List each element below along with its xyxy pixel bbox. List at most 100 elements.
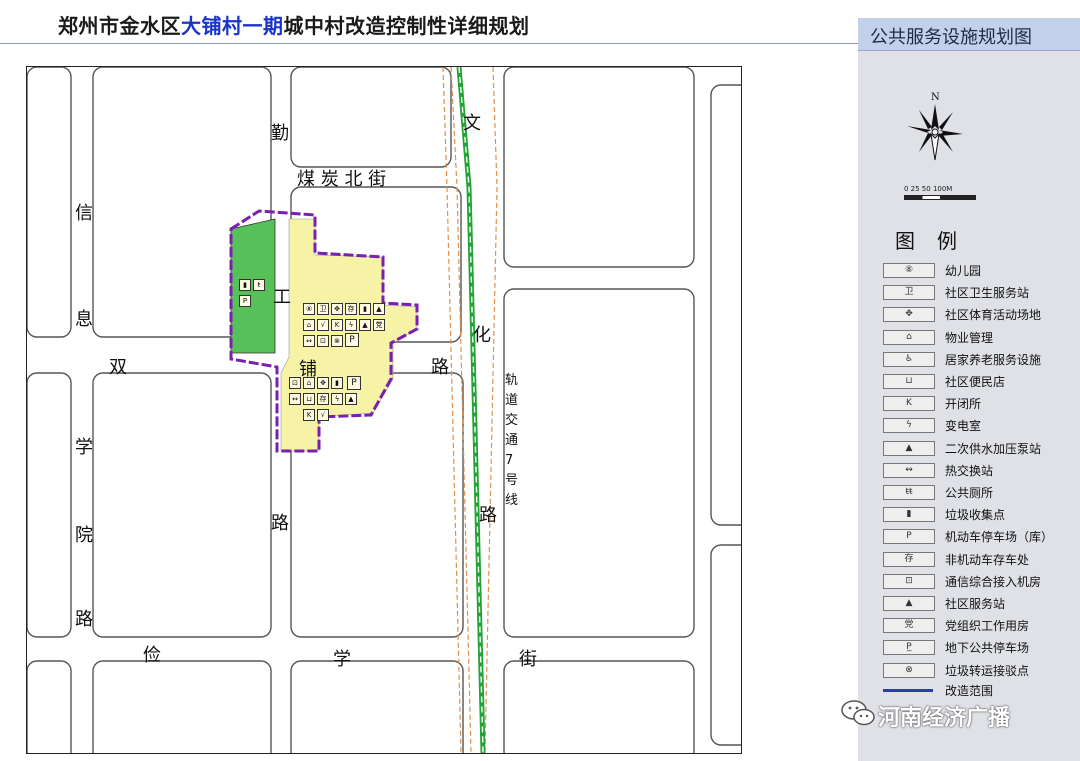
north-label: N xyxy=(931,92,940,103)
community-service-icon: ▲ xyxy=(883,596,935,611)
substation-icon: ϟ xyxy=(345,319,357,331)
garbage-point-icon-2: ▮ xyxy=(331,377,343,389)
legend-row: ♿ 居家养老服务设施 xyxy=(883,351,1073,368)
parking-icon: P xyxy=(883,529,935,545)
convenience-store-icon: ⊔ xyxy=(303,393,315,405)
bike-parking-icon: 存 xyxy=(345,303,357,315)
legend-row: K 开闭所 xyxy=(883,396,1073,412)
legend-title: 图例 xyxy=(895,229,979,253)
watermark: 河南经济广播 xyxy=(878,706,1011,731)
water-pump-icon: ▲ xyxy=(359,319,371,331)
heat-exchange-icon: ↭ xyxy=(303,335,315,347)
road-label-qin: 勤 xyxy=(271,123,289,144)
substation-icon: ϟ xyxy=(883,418,935,434)
legend-row: 卫社区卫生服务站 xyxy=(883,285,1073,301)
legend-row: ▲ 社区服务站 xyxy=(883,596,1073,612)
legend-label: 地下公共停车场 xyxy=(945,641,1030,656)
property-management-icon: ⌂ xyxy=(303,319,315,331)
switching-station-icon-2: K xyxy=(303,409,315,421)
health-station-icon: 卫 xyxy=(317,303,329,315)
legend-label: 党组织工作用房 xyxy=(945,619,1030,634)
block-c2 xyxy=(710,544,741,746)
road-label-xi: 息 xyxy=(75,309,93,330)
road-label-lu-left: 路 xyxy=(271,513,289,534)
heat-exchange-icon: ↭ xyxy=(883,462,935,478)
legend-row-boundary: 改造范围 xyxy=(883,683,1073,699)
title-underline xyxy=(0,43,858,44)
legend-label: 社区服务站 xyxy=(945,597,1006,611)
elderly-care-icon: ♿ xyxy=(883,351,935,367)
orange-dash-3 xyxy=(484,67,498,753)
legend-label: 开闭所 xyxy=(945,397,982,412)
sports-field-icon: ✥ xyxy=(331,303,343,315)
road-label-xue: 学 xyxy=(75,437,93,458)
community-service-icon: ▲ xyxy=(373,303,385,315)
road-label-gong: 工 xyxy=(273,287,291,308)
legend-row: ▲ 二次供水加压泵站 xyxy=(883,440,1073,457)
public-toilet-icon: ŧŧ xyxy=(883,485,935,500)
kindergarten-icon: ⑧ xyxy=(883,263,935,278)
kindergarten-icon: ⑧ xyxy=(303,303,315,315)
legend-row: 存非机动车存车处 xyxy=(883,551,1073,568)
legend-label-boundary: 改造范围 xyxy=(945,684,994,698)
panel-title: 公共服务设施规划图 xyxy=(870,27,1032,48)
legend-row: ▮ 垃圾收集点 xyxy=(883,507,1073,523)
block-c1 xyxy=(710,84,741,526)
road-label-hua: 化 xyxy=(473,325,491,346)
title-highlight: 大铺村一期 xyxy=(181,14,284,38)
party-office-icon: 党 xyxy=(883,618,935,634)
boundary-line-icon xyxy=(883,689,933,692)
legend-label: 垃圾转运接驳点 xyxy=(945,663,1030,678)
underground-parking-icon: P xyxy=(239,295,251,307)
garbage-transfer-icon: ⊗ xyxy=(331,335,343,347)
road-label-pu: 铺 xyxy=(299,359,317,380)
heat-exchange-icon-2: ↭ xyxy=(289,393,301,405)
garbage-point-icon: ▮ xyxy=(883,507,935,523)
underground-parking-icon: P̲ xyxy=(883,640,935,656)
legend-label: 垃圾收集点 xyxy=(945,508,1006,523)
legend-row: ⑧ 幼儿园 xyxy=(883,263,1073,279)
block-b2 xyxy=(92,372,272,638)
legend-row: ✥ 社区体育活动场地 xyxy=(883,307,1073,323)
road-label-xue-jian: 学 xyxy=(333,649,351,670)
compass-icon: N xyxy=(905,90,965,172)
garbage-point-icon: ▮ xyxy=(359,303,371,315)
bike-parking-icon: 存 xyxy=(883,551,935,567)
road-label-lu-wenhua: 路 xyxy=(479,505,497,526)
switching-station-icon: K xyxy=(883,396,935,412)
convenience-store-icon: ⊔ xyxy=(883,374,935,389)
road-label-shuang: 双 xyxy=(109,357,127,378)
road-label-jie: 街 xyxy=(519,649,537,670)
scale-graphic xyxy=(904,195,976,200)
block-d4 xyxy=(503,660,695,753)
sports-field-icon-2: ✥ xyxy=(317,377,329,389)
road-label-xin: 信 xyxy=(75,203,93,224)
legend-label: 社区体育活动场地 xyxy=(945,308,1042,323)
legend-row: ↭ 热交换站 xyxy=(883,462,1073,479)
substation-icon-2: ϟ xyxy=(331,393,343,405)
block-d2 xyxy=(92,660,272,753)
health-station-icon: 卫 xyxy=(883,285,935,301)
road-label-lu-shuangpu: 路 xyxy=(431,357,449,378)
legend-label: 幼儿园 xyxy=(945,264,982,278)
block-b4 xyxy=(503,288,695,638)
legend-label: 变电室 xyxy=(945,419,982,434)
block-a1 xyxy=(27,67,72,338)
legend-label: 热交换站 xyxy=(945,463,994,478)
telecom-room-icon: ⊡ xyxy=(883,573,935,589)
map-frame: ▮ ŧ P ⑧ 卫 ✥ 存 ▮ ▲ ⌂ √ K ϟ ▲ 党 ↭ ⊡ ⊗ P ⊡ … xyxy=(26,66,742,754)
block-d1 xyxy=(27,660,72,753)
legend-row: ⊗ 垃圾转运接驳点 xyxy=(883,662,1073,679)
scale-bar: 0 25 50 100M xyxy=(904,185,984,207)
road-label-lu-xinxi: 路 xyxy=(75,609,93,630)
elderly-care-icon-2: √ xyxy=(317,409,329,421)
scale-ticks: 0 25 50 100M xyxy=(904,185,953,193)
parking-icon-2: P xyxy=(347,376,361,390)
legend-row: P 机动车停车场（库） xyxy=(883,529,1073,545)
party-office-icon: 党 xyxy=(373,319,385,331)
legend-label: 非机动车存车处 xyxy=(945,552,1030,567)
switching-station-icon: K xyxy=(331,319,343,331)
legend-row: ŧŧ 公共厕所 xyxy=(883,485,1073,501)
road-label-jian: 俭 xyxy=(143,645,161,666)
legend-row: ⌂ 物业管理 xyxy=(883,329,1073,346)
